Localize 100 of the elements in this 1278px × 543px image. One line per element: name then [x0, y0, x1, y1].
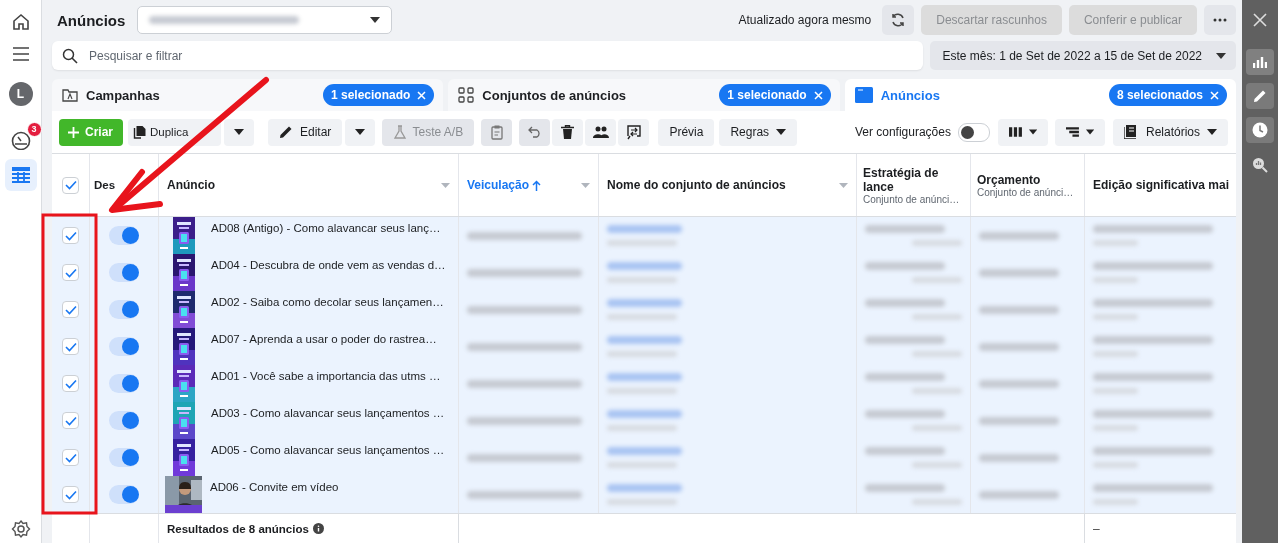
people-icon[interactable]	[585, 118, 617, 146]
column-header[interactable]: Estratégia de lance	[863, 165, 964, 194]
undo-icon[interactable]	[519, 118, 551, 146]
folder-icon	[62, 88, 78, 102]
level-tab[interactable]: Campanhas 1 selecionado	[52, 79, 444, 111]
refresh-icon	[890, 12, 907, 28]
duplicate-menu-button[interactable]	[224, 118, 254, 146]
close-icon[interactable]	[1253, 13, 1267, 27]
ad-name[interactable]: AD02 - Saiba como decolar seus lançamen…	[211, 296, 444, 308]
copy-icon	[133, 125, 146, 139]
caret-icon	[1085, 129, 1094, 135]
columns-button[interactable]	[997, 118, 1048, 146]
notification-badge: 3	[26, 122, 42, 137]
rules-button[interactable]: Regras	[719, 118, 798, 146]
chart-search-icon[interactable]	[1252, 157, 1268, 173]
window-icon	[854, 87, 873, 103]
breakdown-button[interactable]	[1054, 118, 1105, 146]
column-subtitle: Conjunto de anúnci…	[863, 193, 961, 205]
column-header[interactable]: Orçamento	[977, 172, 1078, 187]
search-icon	[62, 48, 78, 64]
edit-button[interactable]: Editar	[268, 118, 343, 146]
chart-icon[interactable]	[1246, 49, 1274, 75]
close-icon	[417, 90, 427, 100]
book-icon	[1123, 125, 1139, 139]
pencil-icon[interactable]	[1246, 83, 1274, 109]
ad-name[interactable]: AD06 - Convite em vídeo	[210, 481, 339, 493]
avatar[interactable]: L	[8, 82, 33, 106]
table-icon[interactable]	[4, 159, 37, 191]
ad-toggle[interactable]	[109, 300, 139, 319]
more-icon	[1213, 18, 1227, 22]
ad-name[interactable]: AD03 - Como alavancar seus lançamentos …	[211, 407, 445, 419]
ad-name[interactable]: AD07 - Aprenda a usar o poder do rastrea…	[211, 333, 437, 345]
reports-button[interactable]: Relatórios	[1112, 118, 1228, 146]
column-header[interactable]: Nome do conjunto de anúncios	[607, 178, 839, 192]
grid-icon	[458, 87, 475, 103]
ad-name[interactable]: AD05 - Como alavancar seus lançamentos …	[211, 444, 445, 456]
settings-icon[interactable]	[10, 519, 31, 539]
row-checkbox[interactable]	[62, 375, 79, 392]
view-settings-toggle[interactable]	[957, 122, 990, 142]
close-icon	[1210, 90, 1219, 100]
search-field[interactable]: Pesquisar e filtrar	[52, 41, 924, 70]
column-header[interactable]: Edição significativa mai	[1093, 178, 1228, 192]
update-status: Atualizado agora mesmo	[738, 13, 872, 27]
row-checkbox[interactable]	[62, 412, 79, 429]
ad-name[interactable]: AD08 (Antigo) - Como alavancar seus lanç…	[211, 222, 441, 234]
row-checkbox[interactable]	[62, 486, 79, 503]
row-checkbox[interactable]	[62, 338, 79, 355]
caret-icon	[370, 17, 381, 23]
caret-icon	[234, 129, 244, 135]
selection-chip[interactable]: 1 selecionado	[322, 84, 435, 106]
gauge-icon[interactable]	[9, 130, 32, 150]
caret-icon	[355, 129, 366, 135]
caret-icon	[776, 129, 787, 135]
column-header[interactable]: Des	[94, 179, 154, 191]
ad-name[interactable]: AD01 - Você sabe a importancia das utms …	[211, 370, 441, 382]
delete-icon[interactable]	[552, 118, 584, 146]
columns-icon	[1008, 126, 1022, 138]
view-settings-label: Ver configurações	[854, 125, 951, 139]
sort-arrow-icon	[532, 179, 542, 191]
clipboard-icon[interactable]	[481, 118, 513, 146]
date-range-button[interactable]: Este mês: 1 de Set de 2022 a 15 de Set de 2022	[930, 41, 1236, 70]
ad-toggle[interactable]	[109, 226, 139, 245]
caret-icon	[1028, 129, 1037, 135]
summary-value: –	[1093, 521, 1100, 536]
column-header[interactable]: Anúncio	[167, 178, 441, 192]
close-icon	[813, 90, 823, 100]
ad-toggle[interactable]	[109, 485, 139, 504]
row-checkbox[interactable]	[62, 264, 79, 281]
preview-button[interactable]: Prévia	[658, 118, 715, 146]
tab-label: Anúncios	[880, 87, 941, 103]
refresh-button[interactable]	[882, 5, 915, 35]
level-tab[interactable]: Conjuntos de anúncios 1 selecionado	[448, 79, 840, 111]
menu-icon[interactable]	[11, 46, 30, 62]
ad-toggle[interactable]	[109, 411, 139, 430]
clock-icon[interactable]	[1246, 117, 1274, 143]
row-checkbox[interactable]	[62, 449, 79, 466]
ad-toggle[interactable]	[109, 374, 139, 393]
row-checkbox[interactable]	[62, 227, 79, 244]
results-summary: Resultados de 8 anúncios	[167, 522, 309, 535]
ad-toggle[interactable]	[109, 263, 139, 282]
selection-chip[interactable]: 1 selecionado	[719, 84, 831, 106]
tab-label: Conjuntos de anúncios	[482, 87, 628, 103]
ad-toggle[interactable]	[109, 337, 139, 356]
ad-name[interactable]: AD04 - Descubra de onde vem as vendas d…	[211, 259, 446, 271]
caret-icon	[1207, 129, 1217, 135]
duplicate-button[interactable]: Duplica	[128, 118, 221, 146]
page-title: Anúncios	[57, 11, 126, 29]
ad-toggle[interactable]	[109, 448, 139, 467]
selection-chip[interactable]: 8 selecionados	[1108, 84, 1227, 106]
caret-icon	[1216, 52, 1226, 59]
column-header[interactable]: Veiculação	[467, 178, 581, 192]
row-checkbox[interactable]	[62, 301, 79, 318]
info-icon[interactable]	[312, 523, 324, 534]
tab-label: Campanhas	[86, 87, 161, 103]
home-icon[interactable]	[10, 12, 31, 32]
select-all-checkbox[interactable]	[62, 176, 79, 194]
edit-menu-button[interactable]	[345, 118, 376, 146]
breakdown-icon	[1065, 126, 1079, 138]
level-tab[interactable]: Anúncios 8 selecionados	[844, 79, 1236, 111]
swap-icon[interactable]	[618, 118, 650, 146]
